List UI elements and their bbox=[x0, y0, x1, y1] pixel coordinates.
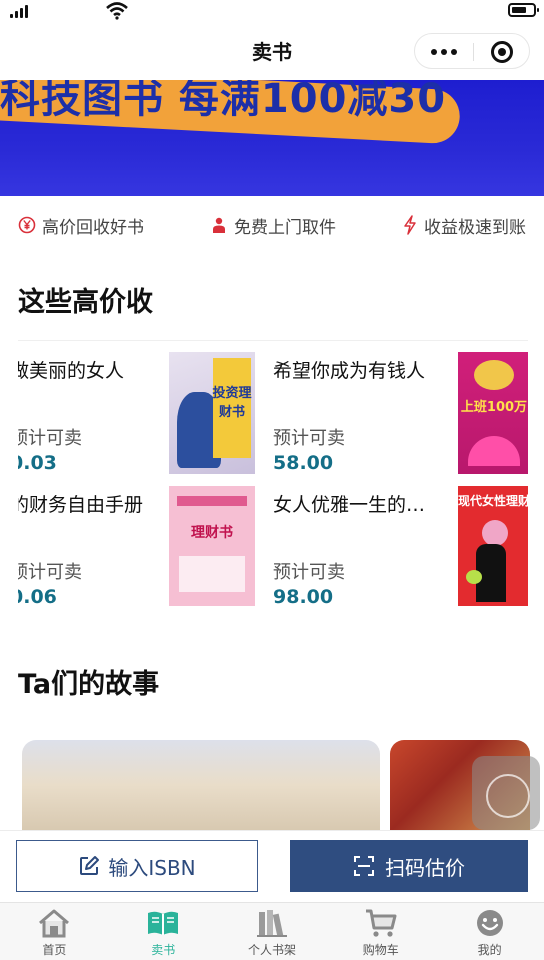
book-icon bbox=[148, 911, 179, 935]
more-icon[interactable] bbox=[431, 49, 457, 55]
tab-sell-books[interactable]: 卖书 bbox=[109, 903, 218, 960]
book-card[interactable]: 希望你成为有钱人 预计可卖 58.00 上班100万 bbox=[273, 352, 528, 478]
bookshelf-icon bbox=[256, 910, 287, 937]
input-isbn-label: 输入ISBN bbox=[108, 855, 196, 880]
book-price: 0.06 bbox=[18, 586, 57, 608]
book-price: 58.00 bbox=[273, 452, 334, 474]
book-card[interactable]: 女人优雅一生的… 预计可卖 98.00 现代女性理财 bbox=[273, 486, 528, 612]
promo-banner[interactable]: 科技图书 每满100减30 bbox=[0, 80, 544, 196]
book-price-label: 预计可卖 bbox=[18, 428, 82, 449]
feature-high-price: 高价回收好书 bbox=[18, 213, 144, 238]
book-cover-image: 投资理财书 bbox=[169, 352, 255, 474]
tab-label: 购物车 bbox=[362, 943, 399, 957]
battery-icon bbox=[508, 3, 539, 17]
feature-free-pickup: 免费上门取件 bbox=[210, 213, 336, 238]
book-price-label: 预计可卖 bbox=[273, 562, 345, 583]
stories-section-title: Ta们的故事 bbox=[18, 669, 160, 700]
book-price-label: 预计可卖 bbox=[273, 428, 345, 449]
high-price-book-list: 做美丽的女人 预计可卖 0.03 投资理财书 希望你成为有钱人 预计可卖 58.… bbox=[18, 340, 528, 622]
tab-label: 我的 bbox=[477, 943, 502, 957]
tab-bookshelf[interactable]: 个人书架 bbox=[218, 903, 327, 960]
tab-mine[interactable]: 我的 bbox=[435, 903, 544, 960]
mini-program-capsule bbox=[414, 33, 530, 69]
nav-bar: 卖书 bbox=[0, 24, 544, 80]
cover-title: 理财书 bbox=[191, 525, 233, 541]
banner-dot bbox=[440, 120, 452, 132]
action-bar: 输入ISBN 扫码估价 bbox=[0, 830, 544, 902]
capsule-divider bbox=[473, 43, 474, 61]
tab-cart[interactable]: 购物车 bbox=[326, 903, 435, 960]
smiley-face-icon bbox=[476, 910, 503, 936]
book-cover-image: 现代女性理财 bbox=[458, 486, 528, 606]
book-title: 女人优雅一生的… bbox=[273, 494, 426, 516]
cover-title: 现代女性理财 bbox=[458, 494, 528, 508]
cart-icon bbox=[365, 909, 397, 937]
yen-circle-icon bbox=[18, 216, 36, 234]
book-cover-image: 上班100万 bbox=[458, 352, 528, 474]
input-isbn-button[interactable]: 输入ISBN bbox=[16, 840, 258, 892]
tab-home[interactable]: 首页 bbox=[0, 903, 109, 960]
book-card[interactable]: 做美丽的女人 预计可卖 0.03 投资理财书 bbox=[18, 352, 270, 478]
feature-row: 高价回收好书 免费上门取件 收益极速到账 bbox=[0, 196, 544, 254]
tab-label: 首页 bbox=[42, 943, 67, 957]
lightning-icon bbox=[404, 215, 416, 235]
book-cover-image: 理财书 bbox=[169, 486, 255, 606]
divider bbox=[18, 340, 528, 341]
courier-person-icon bbox=[213, 217, 225, 233]
high-price-section-title: 这些高价收 bbox=[18, 287, 153, 318]
banner-text: 科技图书 每满100减30 bbox=[0, 80, 447, 122]
floating-button[interactable] bbox=[472, 756, 540, 830]
feature-fast-payout: 收益极速到账 bbox=[402, 213, 526, 238]
story-card[interactable] bbox=[22, 740, 380, 830]
book-price: 98.00 bbox=[273, 586, 334, 608]
tab-label: 个人书架 bbox=[247, 943, 296, 957]
book-price-label: 预计可卖 bbox=[18, 562, 82, 583]
scan-estimate-label: 扫码估价 bbox=[385, 855, 465, 880]
feature-label: 收益极速到账 bbox=[424, 217, 526, 238]
scan-icon bbox=[354, 856, 374, 876]
tab-bar: 首页 卖书 个人书架 购物车 我的 bbox=[0, 902, 544, 960]
book-card[interactable]: 的财务自由手册 预计可卖 0.06 理财书 bbox=[18, 486, 270, 612]
edit-icon bbox=[80, 856, 100, 875]
book-title: 希望你成为有钱人 bbox=[273, 360, 426, 382]
home-icon bbox=[39, 909, 70, 938]
scan-estimate-button[interactable]: 扫码估价 bbox=[290, 840, 528, 892]
wifi-icon bbox=[106, 2, 128, 20]
close-miniprogram-icon[interactable] bbox=[491, 41, 513, 63]
book-title: 做美丽的女人 bbox=[18, 360, 125, 382]
book-price: 0.03 bbox=[18, 452, 57, 474]
cover-title: 投资理财书 bbox=[212, 386, 252, 420]
tab-label: 卖书 bbox=[151, 943, 176, 957]
feature-label: 高价回收好书 bbox=[42, 217, 144, 238]
book-title: 的财务自由手册 bbox=[18, 494, 144, 516]
status-bar bbox=[0, 0, 544, 24]
signal-icon bbox=[10, 4, 28, 18]
feature-label: 免费上门取件 bbox=[234, 217, 336, 238]
cover-title: 上班100万 bbox=[460, 400, 528, 415]
